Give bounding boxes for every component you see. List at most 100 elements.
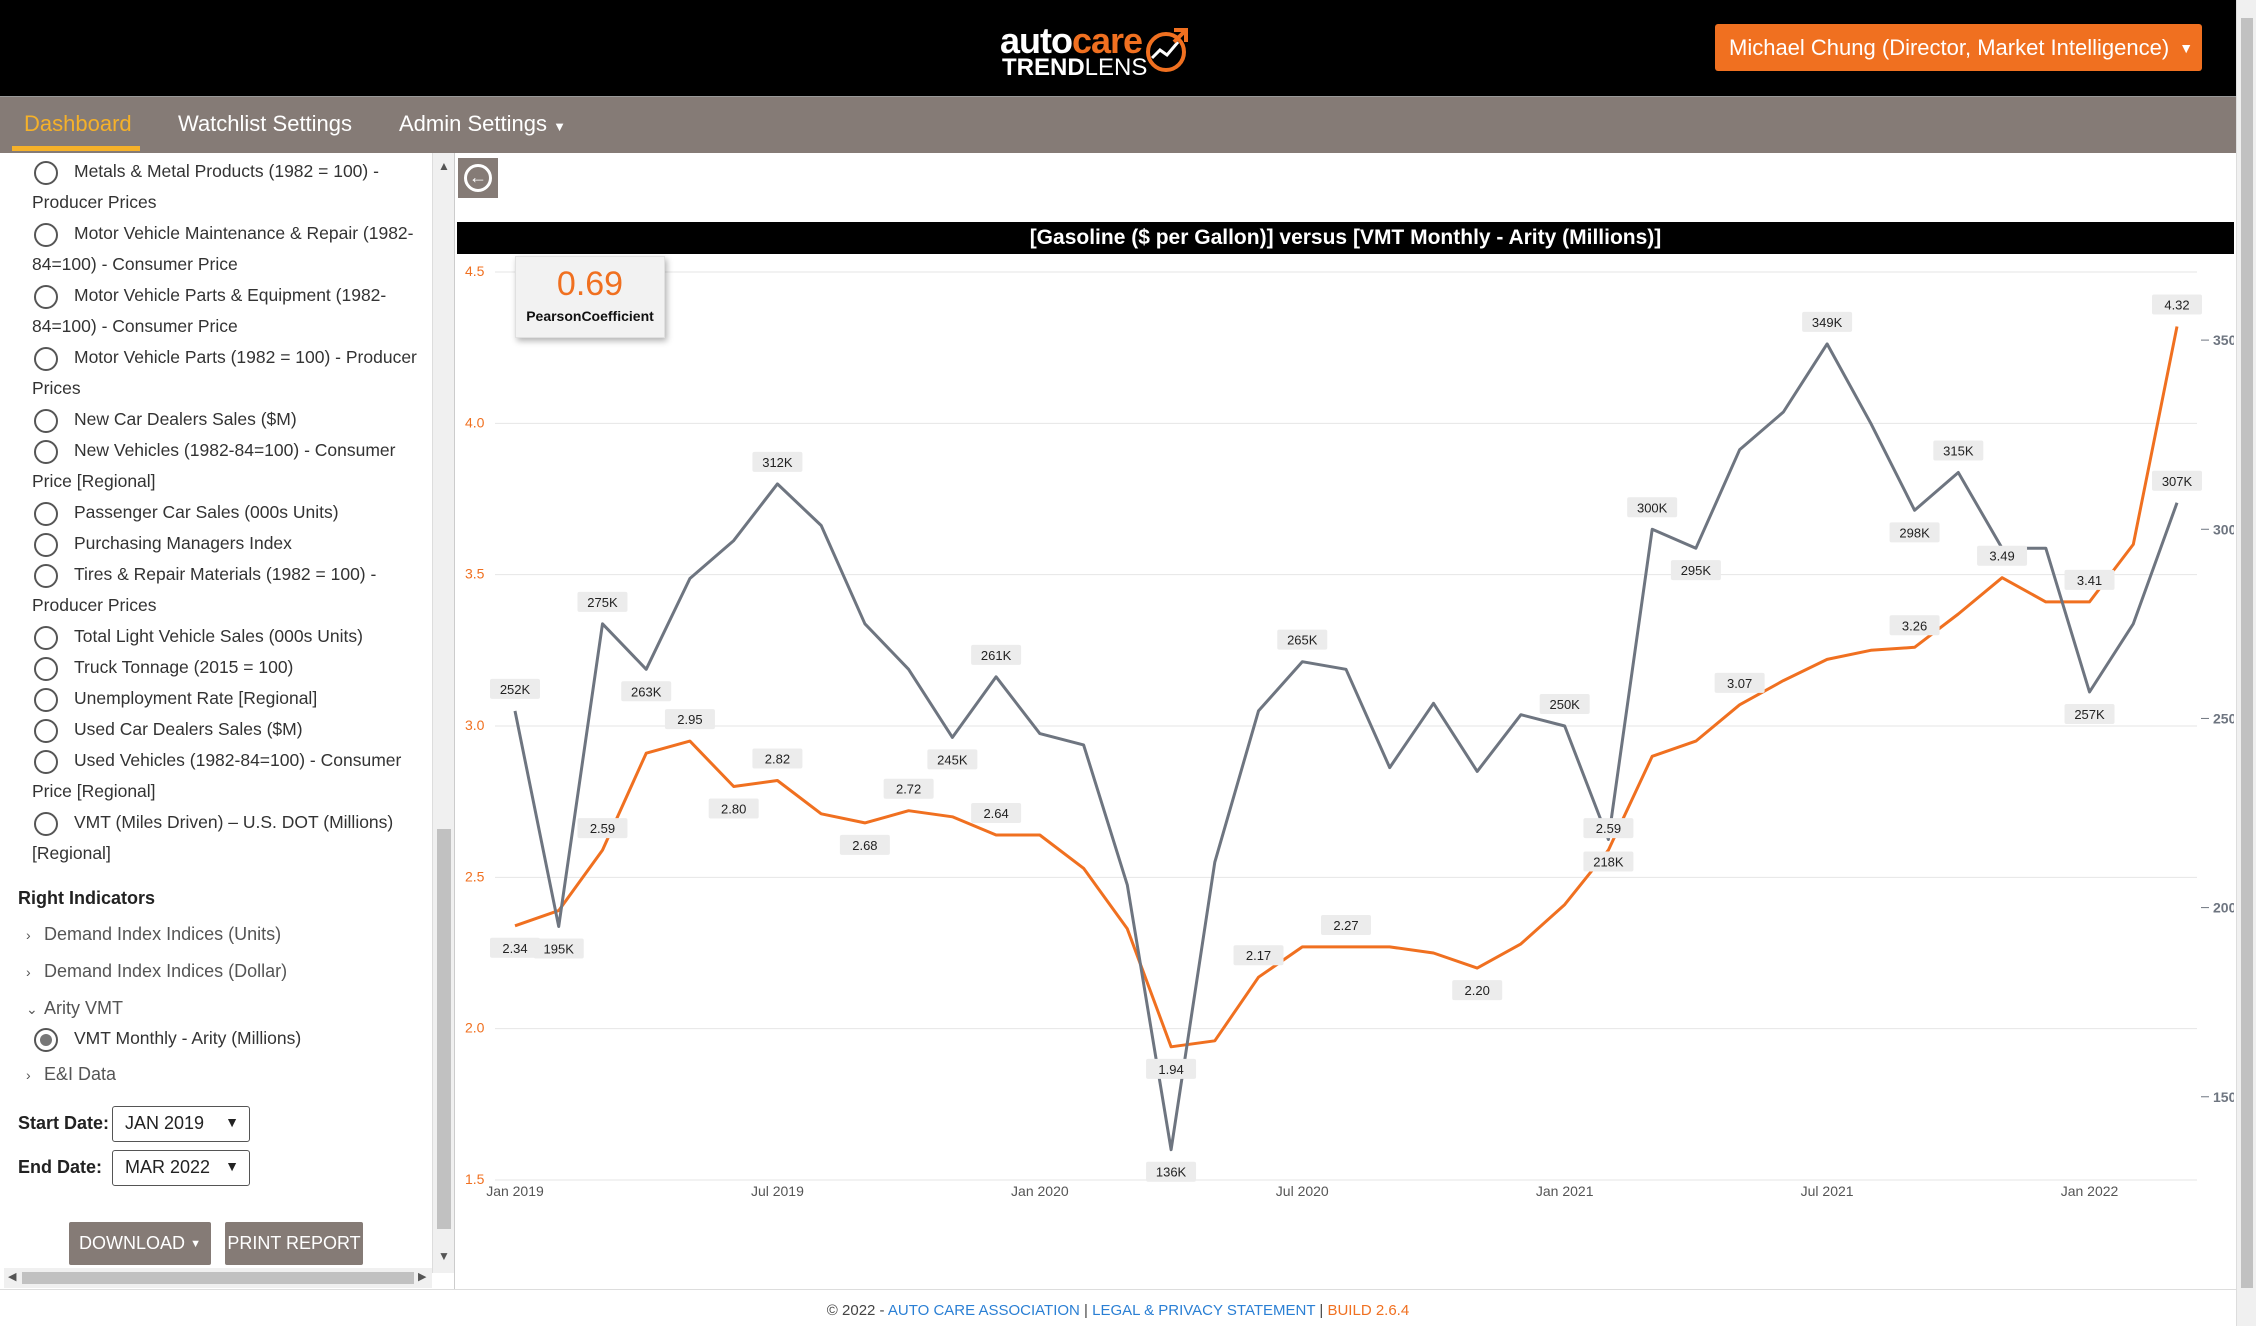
radio-indicator-item[interactable]: Tires & Repair Materials (1982 = 100) - …: [32, 559, 429, 621]
data-label: 263K: [631, 684, 662, 699]
page-vertical-scrollbar[interactable]: [2236, 0, 2256, 1326]
download-label: DOWNLOAD: [79, 1233, 186, 1253]
radio-button[interactable]: [34, 812, 58, 836]
radio-indicator-item[interactable]: Truck Tonnage (2015 = 100): [34, 652, 429, 683]
radio-button[interactable]: [34, 440, 58, 464]
data-label: 295K: [1681, 563, 1712, 578]
tree-label: Arity VMT: [44, 998, 123, 1018]
data-label: 2.64: [983, 806, 1008, 821]
radio-button[interactable]: [34, 657, 58, 681]
end-date-value: MAR 2022: [125, 1157, 211, 1177]
tree-arity-vmt[interactable]: ⌄ Arity VMT: [26, 998, 123, 1019]
auto-care-association-link[interactable]: AUTO CARE ASSOCIATION: [888, 1302, 1080, 1319]
sidebar-vertical-scrollbar[interactable]: ▲ ▼: [432, 153, 454, 1273]
radio-label: Unemployment Rate [Regional]: [74, 688, 318, 708]
data-label: 136K: [1156, 1165, 1187, 1180]
tree-ei-data[interactable]: › E&I Data: [26, 1064, 116, 1085]
nav-admin-label: Admin Settings: [399, 111, 547, 136]
chevron-down-icon: ▼: [225, 1114, 239, 1130]
left-axis-tick-label: 2.5: [465, 868, 485, 884]
radio-button[interactable]: [34, 688, 58, 712]
radio-indicator-item[interactable]: Used Vehicles (1982-84=100) - Consumer P…: [32, 745, 429, 807]
radio-indicator-item[interactable]: Total Light Vehicle Sales (000s Units): [34, 621, 429, 652]
pearson-value: 0.69: [556, 265, 624, 303]
radio-indicator-item[interactable]: New Vehicles (1982-84=100) - Consumer Pr…: [32, 435, 429, 497]
nav-watchlist-settings[interactable]: Watchlist Settings: [178, 111, 352, 137]
chevron-right-icon: ›: [26, 1067, 31, 1083]
scroll-right-arrow-icon[interactable]: ▶: [418, 1270, 426, 1283]
data-label: 298K: [1899, 525, 1930, 540]
radio-indicator-item[interactable]: Metals & Metal Products (1982 = 100) - P…: [32, 156, 429, 218]
data-label: 2.72: [896, 782, 921, 797]
caret-down-icon: ▼: [2179, 39, 2194, 56]
scrollbar-thumb[interactable]: [437, 829, 451, 1229]
radio-button[interactable]: [34, 285, 58, 309]
radio-indicator-item[interactable]: VMT (Miles Driven) – U.S. DOT (Millions)…: [32, 807, 429, 869]
gasoline-series-line: [514, 326, 2179, 1049]
tree-demand-index-dollar[interactable]: › Demand Index Indices (Dollar): [26, 961, 287, 982]
radio-indicator-item[interactable]: Motor Vehicle Parts & Equipment (1982-84…: [32, 280, 429, 342]
radio-label: Used Vehicles (1982-84=100) - Consumer P…: [32, 750, 402, 801]
radio-indicator-item[interactable]: Purchasing Managers Index: [34, 528, 429, 559]
radio-vmt-monthly-arity[interactable]: VMT Monthly - Arity (Millions): [34, 1023, 429, 1054]
back-button[interactable]: ←: [458, 158, 498, 198]
right-axis-tick-label: 350K: [2213, 332, 2234, 348]
radio-button[interactable]: [34, 533, 58, 557]
chart-title: [Gasoline ($ per Gallon)] versus [VMT Mo…: [457, 222, 2234, 254]
end-date-select[interactable]: MAR 2022 ▼: [112, 1150, 250, 1186]
radio-indicator-item[interactable]: Motor Vehicle Maintenance & Repair (1982…: [32, 218, 429, 280]
data-label: 2.59: [590, 821, 615, 836]
radio-button[interactable]: [34, 564, 58, 588]
data-label: 265K: [1287, 633, 1318, 648]
scroll-up-arrow-icon[interactable]: ▲: [438, 159, 450, 173]
radio-indicator-item[interactable]: New Car Dealers Sales ($M): [34, 404, 429, 435]
radio-button[interactable]: [34, 750, 58, 774]
radio-button[interactable]: [34, 347, 58, 371]
scroll-down-arrow-icon[interactable]: ▼: [438, 1249, 450, 1263]
sidebar-horizontal-scrollbar[interactable]: ◀ ▶: [4, 1268, 432, 1288]
radio-label: Total Light Vehicle Sales (000s Units): [74, 626, 363, 646]
footer-separator: |: [1315, 1302, 1328, 1319]
scrollbar-thumb[interactable]: [22, 1272, 414, 1284]
radio-button[interactable]: [34, 502, 58, 526]
left-axis-tick-label: 4.0: [465, 414, 485, 430]
data-label: 315K: [1943, 444, 1974, 459]
data-label: 2.20: [1465, 983, 1490, 998]
tree-label: E&I Data: [44, 1064, 117, 1084]
data-label: 195K: [544, 942, 575, 957]
radio-indicator-item[interactable]: Passenger Car Sales (000s Units): [34, 497, 429, 528]
trend-arrow-icon: [1146, 28, 1188, 72]
x-axis-tick-label: Jan 2022: [2061, 1183, 2119, 1199]
radio-indicator-item[interactable]: Used Car Dealers Sales ($M): [34, 714, 429, 745]
data-label: 4.32: [2164, 297, 2189, 312]
start-date-select[interactable]: JAN 2019 ▼: [112, 1106, 250, 1142]
legal-privacy-link[interactable]: LEGAL & PRIVACY STATEMENT: [1092, 1302, 1315, 1319]
left-axis-tick-label: 4.5: [465, 263, 485, 279]
x-axis-tick-label: Jul 2021: [1801, 1183, 1854, 1199]
radio-button[interactable]: [34, 409, 58, 433]
tree-demand-index-units[interactable]: › Demand Index Indices (Units): [26, 924, 281, 945]
print-report-button[interactable]: PRINT REPORT: [225, 1222, 363, 1265]
radio-button[interactable]: [34, 719, 58, 743]
data-label: 2.17: [1246, 948, 1271, 963]
nav-admin-settings[interactable]: Admin Settings ▼: [399, 111, 566, 137]
autocare-trendlens-logo[interactable]: autocare TRENDLENS: [1000, 20, 1200, 81]
left-axis-tick-label: 3.5: [465, 566, 485, 582]
radio-indicator-item[interactable]: Motor Vehicle Parts (1982 = 100) - Produ…: [32, 342, 429, 404]
radio-button[interactable]: [34, 223, 58, 247]
radio-button[interactable]: [34, 161, 58, 185]
radio-label: Truck Tonnage (2015 = 100): [74, 657, 294, 677]
radio-button-selected[interactable]: [34, 1028, 58, 1052]
radio-label: Used Car Dealers Sales ($M): [74, 719, 303, 739]
user-menu-button[interactable]: Michael Chung (Director, Market Intellig…: [1715, 24, 2202, 71]
comparison-line-chart: 1.5 2.0 2.5 3.0 3.5 4.0 4.5 150K 200K 250K 300K 350…: [465, 263, 2234, 1199]
right-axis-tick-label: 150K: [2213, 1089, 2234, 1105]
nav-dashboard[interactable]: Dashboard: [24, 111, 132, 137]
download-button[interactable]: DOWNLOAD ▼: [69, 1222, 211, 1265]
data-label: 257K: [2074, 707, 2105, 722]
radio-button[interactable]: [34, 626, 58, 650]
data-label: 3.07: [1727, 676, 1752, 691]
scroll-left-arrow-icon[interactable]: ◀: [8, 1270, 16, 1283]
scrollbar-thumb[interactable]: [2241, 18, 2253, 1288]
radio-indicator-item[interactable]: Unemployment Rate [Regional]: [34, 683, 429, 714]
